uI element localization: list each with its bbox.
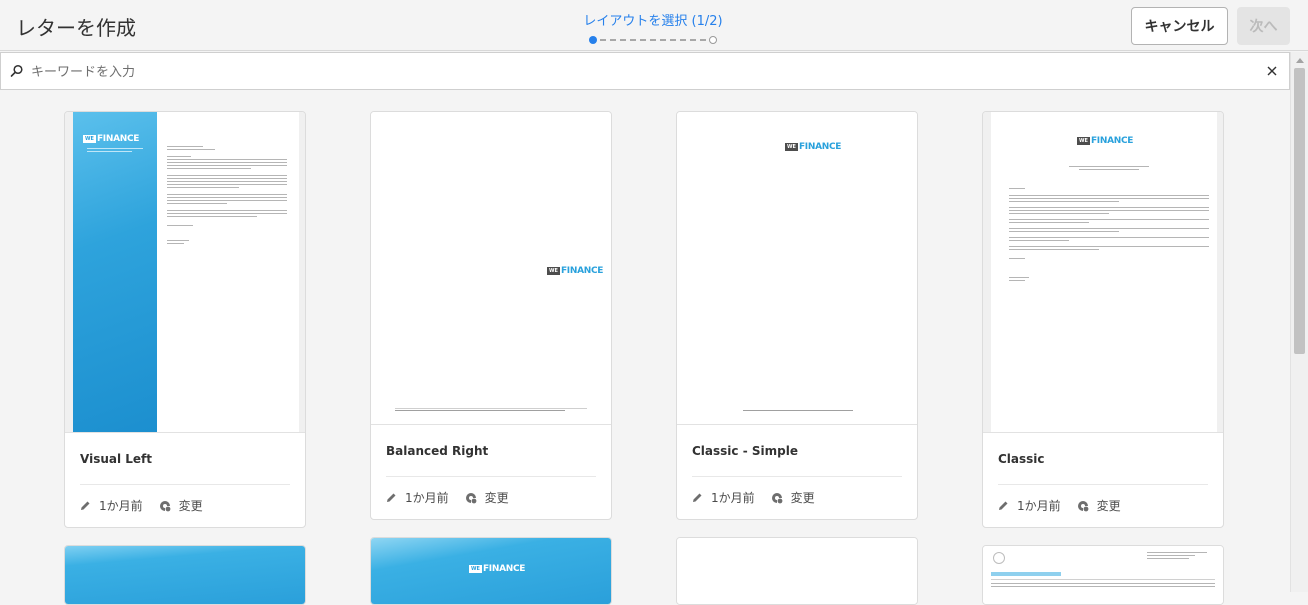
step-progress <box>589 35 717 45</box>
step-dot-current <box>589 36 597 44</box>
layout-card-row2-3[interactable] <box>676 537 918 605</box>
card-title: Visual Left <box>80 452 153 466</box>
logo-word: FINANCE <box>1090 135 1134 146</box>
search-icon <box>10 64 23 77</box>
logo-word: FINANCE <box>482 563 526 574</box>
layout-thumbnail: WE FINANCE <box>65 112 305 432</box>
layout-thumbnail <box>65 546 305 604</box>
change-label: 変更 <box>790 491 815 505</box>
logo-mark: WE <box>1077 136 1090 145</box>
card-meta: 1か月前 変更 <box>386 489 509 506</box>
sidebar-graphic: WE FINANCE <box>73 112 157 432</box>
pencil-icon <box>387 493 396 502</box>
layout-thumbnail: WE FINANCE <box>983 112 1223 432</box>
next-button[interactable]: 次へ <box>1237 7 1290 45</box>
top-bar: レターを作成 レイアウトを選択 (1/2) キャンセル 次へ <box>0 0 1308 51</box>
layout-thumbnail <box>677 538 917 604</box>
layout-card-classic[interactable]: WE FINANCE Classic 1か月前 変更 <box>982 111 1224 528</box>
card-divider <box>998 484 1208 485</box>
scrollbar-thumb[interactable] <box>1294 68 1305 354</box>
card-meta: 1か月前 変更 <box>998 497 1121 514</box>
change-icon <box>771 492 783 504</box>
card-divider <box>692 476 902 477</box>
card-divider <box>80 484 290 485</box>
change-label: 変更 <box>484 491 509 505</box>
scroll-up-arrow-icon[interactable] <box>1296 58 1304 63</box>
cancel-button[interactable]: キャンセル <box>1131 7 1228 45</box>
logo-mark: WE <box>785 142 798 151</box>
scrollbar[interactable] <box>1290 52 1308 592</box>
step-label: レイアウトを選択 (1/2) <box>583 14 723 29</box>
logo-word: FINANCE <box>798 141 842 152</box>
step-dashes <box>600 39 706 41</box>
layout-card-classic-simple[interactable]: WE FINANCE Classic - Simple 1か月前 変更 <box>676 111 918 520</box>
change-label: 変更 <box>178 499 203 513</box>
layout-thumbnail: WE FINANCE <box>371 112 611 424</box>
modified-time: 1か月前 <box>405 491 449 505</box>
layout-card-row2-2[interactable]: WE FINANCE <box>370 537 612 605</box>
search-input[interactable] <box>31 61 1251 83</box>
letter-body-lines <box>167 146 287 246</box>
layout-card-row2-1[interactable] <box>64 545 306 605</box>
layout-thumbnail: WE FINANCE <box>677 112 917 424</box>
card-meta: 1か月前 変更 <box>692 489 815 506</box>
logo-mark: WE <box>547 266 560 275</box>
card-title: Balanced Right <box>386 444 489 458</box>
logo-word: FINANCE <box>96 133 140 144</box>
card-title: Classic <box>998 452 1045 466</box>
search-bar <box>0 52 1290 90</box>
card-info: Balanced Right 1か月前 変更 <box>371 424 611 519</box>
pencil-icon <box>999 501 1008 510</box>
card-info: Classic 1か月前 変更 <box>983 432 1223 527</box>
close-icon[interactable] <box>1265 64 1279 78</box>
layout-card-balanced-right[interactable]: WE FINANCE Balanced Right 1か月前 変更 <box>370 111 612 520</box>
card-title: Classic - Simple <box>692 444 798 458</box>
change-icon <box>465 492 477 504</box>
modified-time: 1か月前 <box>1017 499 1061 513</box>
logo-word: FINANCE <box>560 265 604 276</box>
change-label: 変更 <box>1096 499 1121 513</box>
page-title: レターを作成 <box>16 16 136 40</box>
modified-time: 1か月前 <box>99 499 143 513</box>
card-info: Visual Left 1か月前 変更 <box>65 432 305 527</box>
change-icon <box>159 500 171 512</box>
card-divider <box>386 476 596 477</box>
modified-time: 1か月前 <box>711 491 755 505</box>
layout-thumbnail: WE FINANCE <box>371 538 611 604</box>
step-indicator: レイアウトを選択 (1/2) <box>560 10 746 45</box>
change-icon <box>1077 500 1089 512</box>
step-dot-next <box>709 36 717 44</box>
layout-card-visual-left[interactable]: WE FINANCE Visual Left 1か月前 変更 <box>64 111 306 528</box>
card-meta: 1か月前 変更 <box>80 497 203 514</box>
pencil-icon <box>81 501 90 510</box>
pencil-icon <box>693 493 702 502</box>
layout-thumbnail <box>983 546 1223 604</box>
letter-body-lines <box>1009 166 1209 283</box>
logo-mark: WE <box>83 134 96 143</box>
layout-card-row2-4[interactable] <box>982 545 1224 605</box>
card-info: Classic - Simple 1か月前 変更 <box>677 424 917 519</box>
logo-mark: WE <box>469 564 482 573</box>
